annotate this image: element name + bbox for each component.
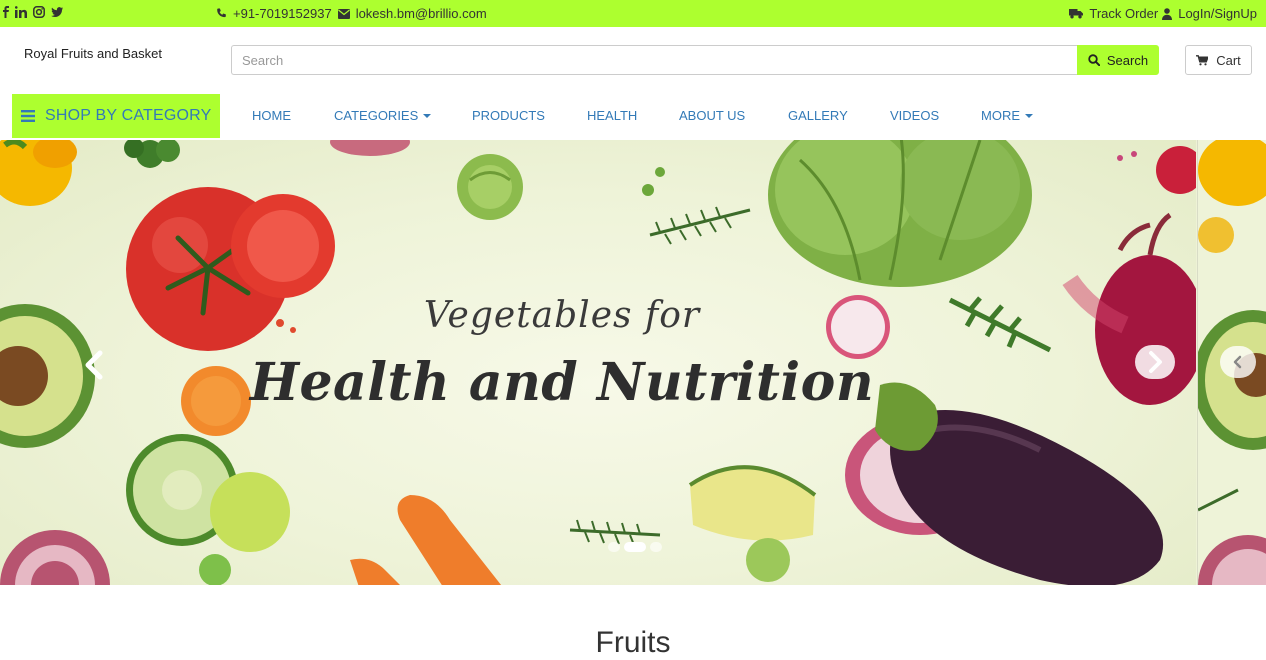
brand-name[interactable]: Royal Fruits and Basket: [24, 46, 162, 61]
phone-number[interactable]: +91-7019152937: [233, 6, 332, 21]
phone-icon: [217, 8, 226, 18]
user-icon: [1162, 7, 1173, 20]
social-links: [3, 6, 63, 18]
truck-icon: [1069, 9, 1084, 19]
cart-icon: [1196, 54, 1209, 65]
track-order-link[interactable]: Track Order: [1089, 6, 1158, 21]
caret-down-icon: [1025, 113, 1033, 118]
carousel-prev-button[interactable]: [82, 350, 106, 385]
account-links: Track Order LogIn/SignUp: [1069, 6, 1257, 21]
contact-info: +91-7019152937 lokesh.bm@brillio.com: [216, 6, 493, 21]
email-address[interactable]: lokesh.bm@brillio.com: [356, 6, 487, 21]
carousel-headline-line1: Vegetables for: [423, 295, 701, 336]
hamburger-menu-icon: [21, 110, 35, 122]
shop-by-category-button[interactable]: SHOP BY CATEGORY: [12, 94, 220, 138]
nav-videos[interactable]: VIDEOS: [890, 108, 939, 123]
search-bar: Search: [231, 45, 1159, 75]
instagram-icon[interactable]: [33, 6, 45, 18]
nav-products[interactable]: PRODUCTS: [472, 108, 545, 123]
linkedin-icon[interactable]: [15, 6, 27, 18]
section-title-fruits: Fruits: [595, 626, 671, 659]
chevron-right-icon: [1149, 351, 1162, 373]
nav-categories-label: CATEGORIES: [334, 108, 419, 123]
carousel-indicator-1[interactable]: [608, 542, 620, 552]
nav-gallery[interactable]: GALLERY: [788, 108, 848, 123]
chevron-left-icon: [1233, 355, 1242, 369]
shop-by-category-label: SHOP BY CATEGORY: [45, 107, 212, 124]
next-slide-prev-button[interactable]: [1220, 346, 1256, 378]
search-icon: [1088, 54, 1100, 66]
nav-about-us[interactable]: ABOUT US: [679, 108, 745, 123]
twitter-icon[interactable]: [51, 6, 63, 18]
carousel-indicator-3[interactable]: [650, 542, 662, 552]
cart-button[interactable]: Cart: [1185, 45, 1252, 75]
carousel-indicator-2[interactable]: [624, 542, 646, 552]
top-bar: +91-7019152937 lokesh.bm@brillio.com Tra…: [0, 0, 1266, 27]
facebook-icon[interactable]: [3, 6, 9, 18]
nav-more[interactable]: MORE: [981, 108, 1033, 123]
envelope-icon: [337, 8, 350, 19]
nav-more-label: MORE: [981, 108, 1020, 123]
nav-home[interactable]: HOME: [252, 108, 291, 123]
chevron-left-icon: [85, 350, 103, 380]
search-button-label: Search: [1106, 52, 1149, 68]
nav-categories[interactable]: CATEGORIES: [334, 108, 432, 123]
caret-down-icon: [423, 113, 432, 118]
search-button[interactable]: Search: [1077, 45, 1159, 75]
login-signup-link[interactable]: LogIn/SignUp: [1178, 6, 1257, 21]
carousel-next-button[interactable]: [1135, 345, 1175, 379]
search-input[interactable]: [231, 45, 1078, 75]
carousel-slide: Vegetables for Health and Nutrition: [0, 140, 1196, 585]
carousel-headline-line2: Health and Nutrition: [249, 352, 875, 413]
carousel-indicators: [608, 542, 662, 552]
nav-health[interactable]: HEALTH: [587, 108, 637, 123]
hero-carousel: Vegetables for Health and Nutrition: [0, 140, 1266, 585]
cart-label: Cart: [1216, 52, 1241, 68]
